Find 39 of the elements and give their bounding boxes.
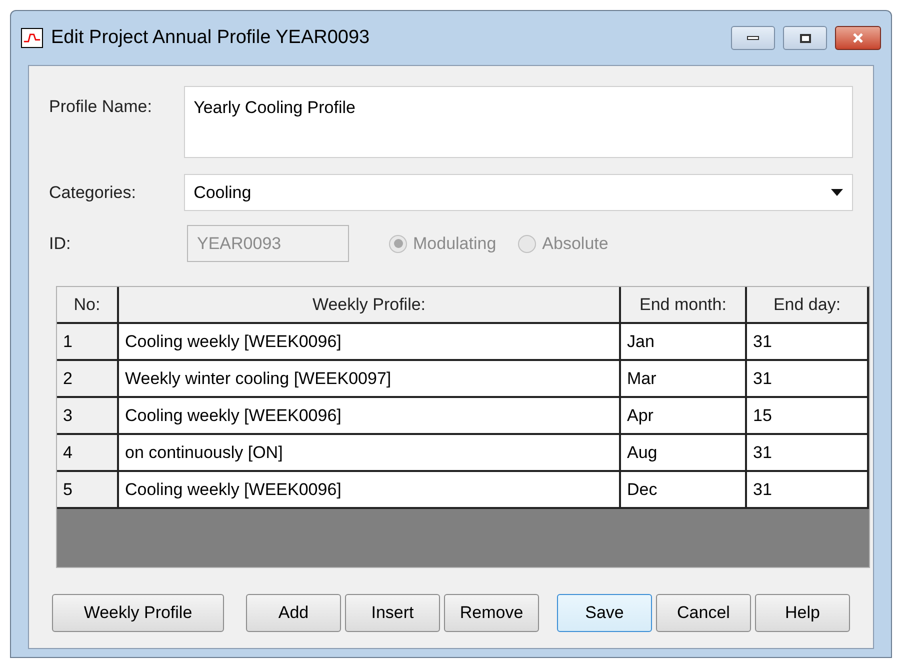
table-cell: Weekly winter cooling [WEEK0097] <box>119 361 621 398</box>
table-cell: 31 <box>747 361 869 398</box>
close-button[interactable] <box>835 26 881 50</box>
table-cell: 4 <box>57 435 119 472</box>
maximize-button[interactable] <box>783 26 827 50</box>
table-cell: 3 <box>57 398 119 435</box>
window-title: Edit Project Annual Profile YEAR0093 <box>51 26 371 50</box>
table-cell: Jan <box>621 324 747 361</box>
table-cell: on continuously [ON] <box>119 435 621 472</box>
dialog-button[interactable]: Remove <box>444 594 539 632</box>
table-cell: 31 <box>747 435 869 472</box>
chart-icon <box>21 28 43 48</box>
field-label: Categories: <box>49 182 137 204</box>
profile-name-field[interactable]: Yearly Cooling Profile <box>184 86 853 158</box>
dialog-button[interactable]: Save <box>557 594 652 632</box>
dropdown-arrow-icon <box>831 189 843 196</box>
table-cell: Mar <box>621 361 747 398</box>
table-cell: 31 <box>747 472 869 509</box>
dialog-button[interactable]: Help <box>755 594 850 632</box>
close-icon <box>852 32 864 44</box>
table-cell: Dec <box>621 472 747 509</box>
table-cell: 2 <box>57 361 119 398</box>
table-cell: 1 <box>57 324 119 361</box>
dialog-button[interactable]: Cancel <box>656 594 751 632</box>
field-label: Profile Name: <box>49 96 153 118</box>
dialog-button[interactable]: Insert <box>345 594 440 632</box>
field-label: ID: <box>49 232 72 255</box>
table-cell: 15 <box>747 398 869 435</box>
table-cell: Aug <box>621 435 747 472</box>
dialog-button[interactable]: Add <box>246 594 341 632</box>
table-cell: Cooling weekly [WEEK0096] <box>119 324 621 361</box>
table-cell: Cooling weekly [WEEK0096] <box>119 472 621 509</box>
table-cell: Apr <box>621 398 747 435</box>
table-cell: 5 <box>57 472 119 509</box>
table-cell: 31 <box>747 324 869 361</box>
dialog-button[interactable]: Weekly Profile <box>52 594 224 632</box>
table-cell: Cooling weekly [WEEK0096] <box>119 398 621 435</box>
categories-dropdown[interactable]: Cooling <box>184 174 853 211</box>
minimize-button[interactable] <box>731 26 775 50</box>
